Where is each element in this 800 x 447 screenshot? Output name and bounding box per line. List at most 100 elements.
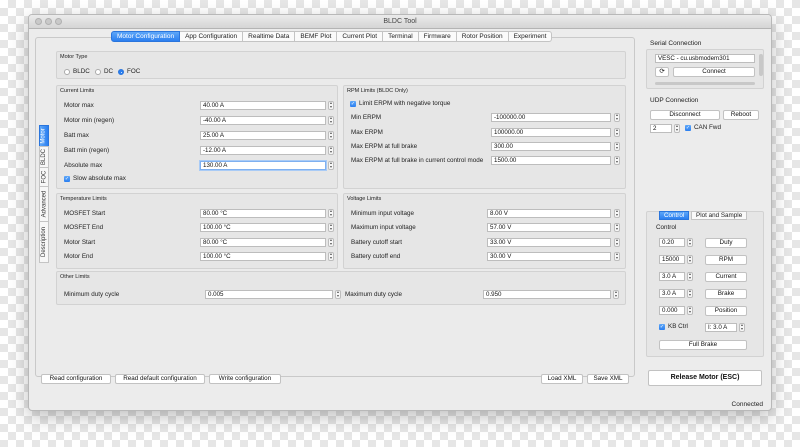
app-window: BLDC Tool Motor Configuration App Config… bbox=[28, 14, 772, 411]
side-tab-bldc[interactable]: BLDC bbox=[39, 146, 49, 168]
mosfet-start-field[interactable]: 80.00 °C bbox=[200, 209, 326, 218]
write-configuration-button[interactable]: Write configuration bbox=[209, 374, 281, 384]
tab-control[interactable]: Control bbox=[659, 211, 690, 220]
current-button[interactable]: Current bbox=[705, 272, 747, 282]
rpm-button[interactable]: RPM bbox=[705, 255, 747, 265]
max-erpm-current-control-field[interactable]: 1500.00 bbox=[491, 156, 611, 165]
battery-cutoff-end-field[interactable]: 30.00 V bbox=[487, 252, 611, 261]
can-fwd-checkbox[interactable]: ✓ bbox=[685, 125, 691, 131]
side-tab-description[interactable]: Description bbox=[39, 221, 49, 263]
release-motor-button[interactable]: Release Motor (ESC) bbox=[648, 370, 762, 386]
rpm-spinner[interactable]: ▲ ▼ bbox=[687, 255, 693, 264]
mosfet-start-spinner[interactable]: ▲ ▼ bbox=[328, 209, 334, 218]
side-tab-motor[interactable]: Motor bbox=[39, 125, 49, 147]
serial-scroll-track[interactable] bbox=[655, 82, 755, 85]
serial-vertical-scrollbar[interactable] bbox=[759, 54, 763, 76]
motor-max-field[interactable]: 40.00 A bbox=[200, 101, 326, 110]
read-configuration-button[interactable]: Read configuration bbox=[41, 374, 111, 384]
tab-terminal[interactable]: Terminal bbox=[383, 31, 419, 42]
batt-max-spinner[interactable]: ▲ ▼ bbox=[328, 131, 334, 140]
battery-cutoff-end-spinner[interactable]: ▲ ▼ bbox=[614, 252, 620, 261]
min-erpm-field[interactable]: -100000.00 bbox=[491, 113, 611, 122]
tab-firmware[interactable]: Firmware bbox=[418, 31, 457, 42]
brake-value-field[interactable]: 3.0 A bbox=[659, 289, 685, 298]
motor-end-field[interactable]: 100.00 °C bbox=[200, 252, 326, 261]
tab-realtime-data[interactable]: Realtime Data bbox=[243, 31, 296, 42]
motor-start-spinner[interactable]: ▲ ▼ bbox=[328, 238, 334, 247]
read-default-configuration-button[interactable]: Read default configuration bbox=[115, 374, 205, 384]
minimize-window-button[interactable] bbox=[45, 18, 52, 25]
kb-ctrl-checkbox[interactable]: ✓ bbox=[659, 324, 665, 330]
slow-absolute-max-checkbox[interactable]: ✓ bbox=[64, 176, 70, 182]
batt-max-field[interactable]: 25.00 A bbox=[200, 131, 326, 140]
tab-app-configuration[interactable]: App Configuration bbox=[180, 31, 244, 42]
tab-bemf-plot[interactable]: BEMF Plot bbox=[295, 31, 338, 42]
duty-value-field[interactable]: 0.20 bbox=[659, 238, 685, 247]
refresh-icon[interactable]: ⟳ bbox=[655, 67, 669, 77]
batt-min-field[interactable]: -12.00 A bbox=[200, 146, 326, 155]
disconnect-button[interactable]: Disconnect bbox=[650, 110, 720, 120]
motor-type-bldc-radio[interactable] bbox=[64, 69, 70, 75]
max-input-voltage-spinner[interactable]: ▲ ▼ bbox=[614, 223, 620, 232]
position-spinner[interactable]: ▲ ▼ bbox=[687, 306, 693, 315]
tab-motor-configuration[interactable]: Motor Configuration bbox=[111, 31, 181, 42]
full-brake-button[interactable]: Full Brake bbox=[659, 340, 747, 350]
position-button[interactable]: Position bbox=[705, 306, 747, 316]
save-xml-button[interactable]: Save XML bbox=[587, 374, 629, 384]
tab-plot-and-sample[interactable]: Plot and Sample bbox=[691, 211, 748, 220]
current-spinner[interactable]: ▲ ▼ bbox=[687, 272, 693, 281]
tab-current-plot[interactable]: Current Plot bbox=[337, 31, 384, 42]
position-value-field[interactable]: 0.000 bbox=[659, 306, 685, 315]
side-tab-advanced[interactable]: Advanced bbox=[39, 186, 49, 222]
side-tab-foc[interactable]: FOC bbox=[39, 167, 49, 187]
max-erpm-current-control-spinner[interactable]: ▲ ▼ bbox=[614, 156, 620, 165]
min-input-voltage-spinner[interactable]: ▲ ▼ bbox=[614, 209, 620, 218]
absolute-max-field[interactable]: 130.00 A bbox=[200, 161, 326, 170]
duty-button[interactable]: Duty bbox=[705, 238, 747, 248]
mosfet-start-label: MOSFET Start bbox=[64, 210, 106, 217]
mosfet-end-spinner[interactable]: ▲ ▼ bbox=[328, 223, 334, 232]
current-value-field[interactable]: 3.0 A bbox=[659, 272, 685, 281]
can-id-field[interactable]: 2 bbox=[650, 124, 672, 133]
close-window-button[interactable] bbox=[35, 18, 42, 25]
slow-absolute-max-label: Slow absolute max bbox=[73, 175, 126, 182]
min-duty-cycle-field[interactable]: 0.005 bbox=[205, 290, 333, 299]
absolute-max-spinner[interactable]: ▲ ▼ bbox=[328, 161, 334, 170]
batt-min-spinner[interactable]: ▲ ▼ bbox=[328, 146, 334, 155]
motor-type-dc-radio[interactable] bbox=[95, 69, 101, 75]
max-erpm-full-brake-spinner[interactable]: ▲ ▼ bbox=[614, 142, 620, 151]
can-id-spinner[interactable]: ▲ ▼ bbox=[674, 124, 680, 133]
motor-end-spinner[interactable]: ▲ ▼ bbox=[328, 252, 334, 261]
motor-type-foc-radio[interactable] bbox=[118, 69, 124, 75]
max-erpm-full-brake-field[interactable]: 300.00 bbox=[491, 142, 611, 151]
kb-current-spinner[interactable]: ▲ ▼ bbox=[739, 323, 745, 332]
zoom-window-button[interactable] bbox=[55, 18, 62, 25]
connect-button[interactable]: Connect bbox=[673, 67, 755, 77]
kb-current-field[interactable]: I: 3.0 A bbox=[705, 323, 737, 332]
tab-rotor-position[interactable]: Rotor Position bbox=[456, 31, 509, 42]
reboot-button[interactable]: Reboot bbox=[723, 110, 759, 120]
battery-cutoff-start-spinner[interactable]: ▲ ▼ bbox=[614, 238, 620, 247]
brake-spinner[interactable]: ▲ ▼ bbox=[687, 289, 693, 298]
min-duty-cycle-spinner[interactable]: ▲ ▼ bbox=[335, 290, 341, 299]
max-duty-cycle-field[interactable]: 0.950 bbox=[483, 290, 611, 299]
max-input-voltage-field[interactable]: 57.00 V bbox=[487, 223, 611, 232]
motor-max-spinner[interactable]: ▲ ▼ bbox=[328, 101, 334, 110]
mosfet-end-field[interactable]: 100.00 °C bbox=[200, 223, 326, 232]
max-duty-cycle-spinner[interactable]: ▲ ▼ bbox=[613, 290, 619, 299]
min-input-voltage-field[interactable]: 8.00 V bbox=[487, 209, 611, 218]
max-erpm-spinner[interactable]: ▲ ▼ bbox=[614, 128, 620, 137]
limit-erpm-checkbox[interactable]: ✓ bbox=[350, 101, 356, 107]
rpm-value-field[interactable]: 15000 bbox=[659, 255, 685, 264]
motor-start-field[interactable]: 80.00 °C bbox=[200, 238, 326, 247]
tab-experiment[interactable]: Experiment bbox=[508, 31, 553, 42]
min-erpm-spinner[interactable]: ▲ ▼ bbox=[614, 113, 620, 122]
serial-port-select[interactable]: VESC - cu.usbmodem301 bbox=[655, 54, 755, 63]
duty-spinner[interactable]: ▲ ▼ bbox=[687, 238, 693, 247]
motor-min-spinner[interactable]: ▲ ▼ bbox=[328, 116, 334, 125]
brake-button[interactable]: Brake bbox=[705, 289, 747, 299]
load-xml-button[interactable]: Load XML bbox=[541, 374, 583, 384]
max-erpm-field[interactable]: 100000.00 bbox=[491, 128, 611, 137]
battery-cutoff-start-field[interactable]: 33.00 V bbox=[487, 238, 611, 247]
motor-min-field[interactable]: -40.00 A bbox=[200, 116, 326, 125]
